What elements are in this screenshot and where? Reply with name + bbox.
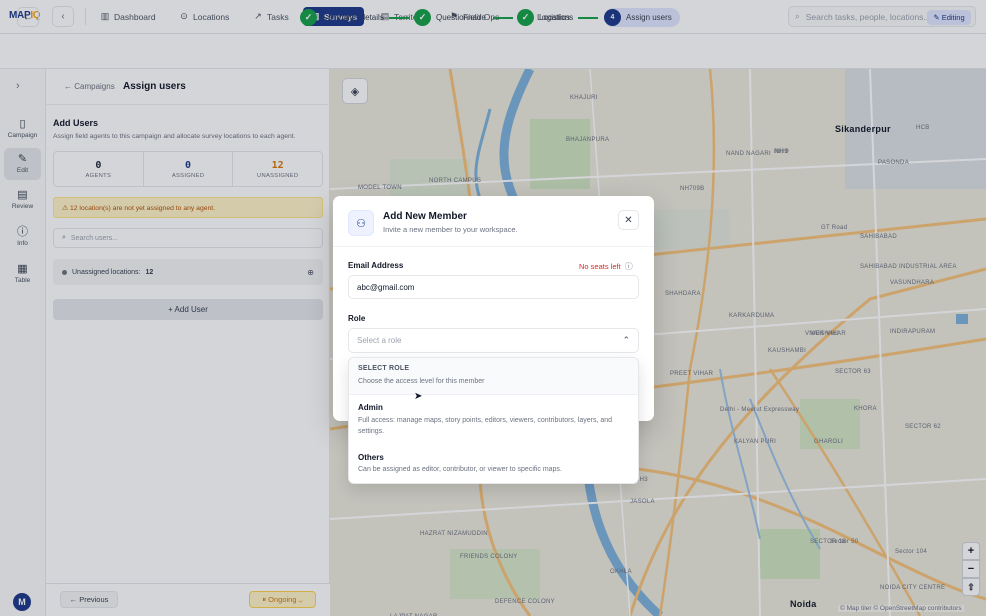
option-name: Others [358, 453, 384, 462]
dropdown-heading-sub: Choose the access level for this member [358, 378, 485, 385]
divider [349, 394, 638, 395]
option-description: Can be assigned as editor, contributor, … [358, 466, 562, 473]
users-icon: ⚇ [348, 210, 374, 236]
seats-warning: No seats left ⓘ [579, 261, 633, 272]
seats-warning-text: No seats left [579, 262, 621, 271]
divider [333, 246, 654, 247]
role-label: Role [348, 314, 366, 323]
option-description: Full access: manage maps, story points, … [358, 417, 613, 435]
mouse-cursor-icon: ➤ [414, 391, 423, 402]
info-icon[interactable]: ⓘ [625, 261, 633, 272]
role-select[interactable]: Select a role ⌃ [348, 328, 639, 353]
email-field[interactable] [348, 275, 639, 299]
option-name: Admin [358, 403, 383, 412]
email-label: Email Address [348, 261, 404, 270]
dropdown-heading: SELECT ROLE [358, 365, 410, 372]
role-placeholder: Select a role [357, 336, 402, 345]
close-icon: ✕ [624, 214, 633, 226]
modal-title: Add New Member [383, 211, 467, 222]
modal-subtitle: Invite a new member to your workspace. [383, 225, 518, 234]
chevron-up-icon: ⌃ [622, 335, 630, 345]
close-button[interactable]: ✕ [618, 210, 639, 230]
